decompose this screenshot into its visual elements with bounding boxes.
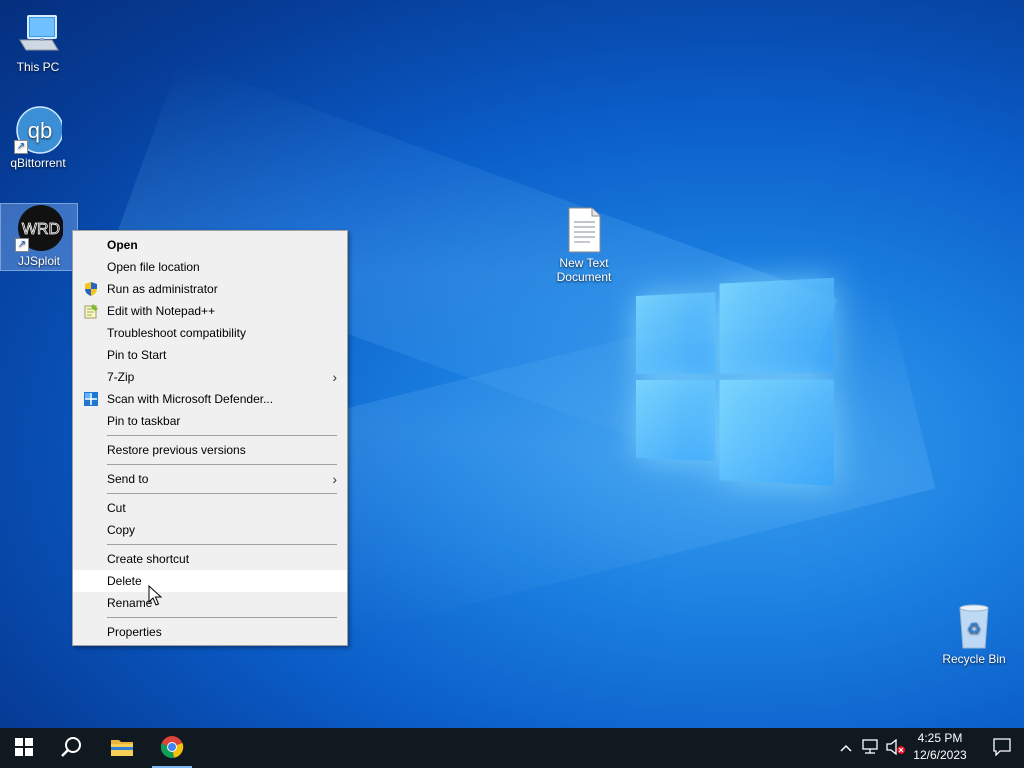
clock-time: 4:25 PM (917, 731, 963, 745)
recycle-bin-icon: ♻ (950, 602, 998, 650)
text-document-icon (560, 206, 608, 254)
context-menu: Open Open file location Run as administr… (72, 230, 348, 646)
menu-item-copy[interactable]: Copy (73, 519, 347, 541)
computer-icon (14, 10, 62, 58)
network-icon (862, 738, 880, 758)
menu-item-send-to[interactable]: Send to › (73, 468, 347, 490)
action-center-button[interactable] (980, 728, 1024, 768)
menu-item-create-shortcut[interactable]: Create shortcut (73, 548, 347, 570)
desktop-icon-label: This PC (16, 60, 60, 74)
notification-icon (993, 737, 1011, 759)
shortcut-arrow-icon: ↗ (14, 140, 28, 154)
mouse-pointer-icon (148, 584, 163, 607)
menu-item-pin-to-start[interactable]: Pin to Start (73, 344, 347, 366)
chrome-icon (160, 735, 184, 762)
desktop-icon-new-text-document[interactable]: New Text Document (546, 206, 622, 284)
search-button[interactable] (48, 728, 96, 768)
file-explorer-icon (110, 737, 134, 760)
shortcut-arrow-icon: ↗ (15, 238, 29, 252)
menu-separator (107, 617, 337, 618)
menu-item-cut[interactable]: Cut (73, 497, 347, 519)
start-icon (15, 737, 33, 759)
menu-item-run-as-administrator[interactable]: Run as administrator (73, 278, 347, 300)
menu-separator (107, 544, 337, 545)
desktop-icon-this-pc[interactable]: This PC (0, 10, 76, 74)
desktop-icon-recycle-bin[interactable]: ♻ Recycle Bin (936, 602, 1012, 666)
menu-separator (107, 435, 337, 436)
chevron-right-icon: › (332, 471, 337, 487)
network-tray-button[interactable] (860, 728, 882, 768)
chevron-up-icon (840, 741, 852, 755)
desktop-icon-label: JJSploit (17, 254, 61, 268)
svg-text:qb: qb (28, 118, 52, 143)
menu-item-restore-previous-versions[interactable]: Restore previous versions (73, 439, 347, 461)
menu-item-properties[interactable]: Properties (73, 621, 347, 643)
uac-shield-icon (83, 281, 99, 297)
taskbar-clock[interactable]: 4:25 PM 12/6/2023 (908, 730, 972, 766)
defender-icon (83, 391, 99, 407)
jjsploit-icon: WRD ↗ (15, 204, 64, 252)
menu-separator (107, 464, 337, 465)
taskbar: 4:25 PM 12/6/2023 (0, 728, 1024, 768)
menu-item-scan-with-defender[interactable]: Scan with Microsoft Defender... (73, 388, 347, 410)
chevron-right-icon: › (332, 369, 337, 385)
taskbar-chrome[interactable] (148, 728, 196, 768)
desktop-icon-label: qBittorrent (10, 156, 66, 170)
menu-item-7-zip[interactable]: 7-Zip › (73, 366, 347, 388)
menu-item-troubleshoot-compatibility[interactable]: Troubleshoot compatibility (73, 322, 347, 344)
windows-wallpaper-logo (636, 277, 834, 491)
svg-text:WRD: WRD (22, 221, 60, 238)
taskbar-file-explorer[interactable] (98, 728, 146, 768)
desktop-icon-label: New Text Document (556, 256, 612, 284)
show-hidden-icons-button[interactable] (836, 728, 856, 768)
clock-date: 12/6/2023 (913, 748, 967, 762)
menu-item-delete[interactable]: Delete (73, 570, 347, 592)
notepad-plus-plus-icon (83, 303, 99, 319)
menu-item-open-file-location[interactable]: Open file location (73, 256, 347, 278)
qbittorrent-icon: qb ↗ (14, 106, 64, 154)
desktop-icon-qbittorrent[interactable]: qb ↗ qBittorrent (0, 106, 76, 170)
menu-item-open[interactable]: Open (73, 234, 347, 256)
start-button[interactable] (0, 728, 48, 768)
svg-text:♻: ♻ (967, 621, 981, 638)
menu-separator (107, 493, 337, 494)
menu-item-edit-with-notepad-plus-plus[interactable]: Edit with Notepad++ (73, 300, 347, 322)
menu-item-rename[interactable]: Rename (73, 592, 347, 614)
wallpaper-light-beam (300, 274, 936, 634)
volume-muted-icon (886, 738, 906, 758)
search-icon (61, 736, 83, 761)
desktop-icon-jjsploit[interactable]: WRD ↗ JJSploit (0, 203, 78, 271)
menu-item-pin-to-taskbar[interactable]: Pin to taskbar (73, 410, 347, 432)
desktop-icon-label: Recycle Bin (942, 652, 1006, 666)
volume-tray-button[interactable] (884, 728, 908, 768)
